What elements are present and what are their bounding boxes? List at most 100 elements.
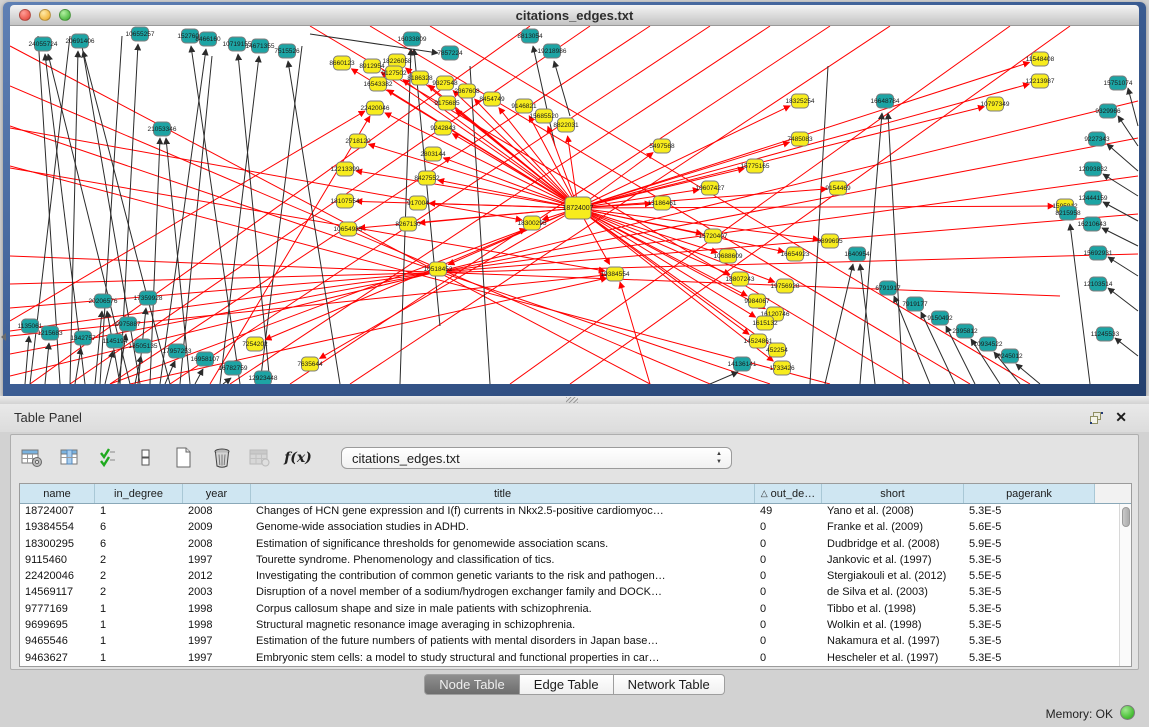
table-row[interactable]: 977716911998Corpus callosum shape and si… — [20, 602, 1119, 618]
table-cell[interactable]: Nakamura et al. (1997) — [822, 634, 964, 650]
table-cell[interactable]: 5.3E-5 — [964, 602, 1095, 618]
table-scrollbar[interactable] — [1119, 504, 1131, 666]
table-cell[interactable]: 9699695 — [20, 618, 95, 634]
table-cell[interactable]: 0 — [755, 569, 822, 585]
table-cell[interactable]: 1 — [95, 602, 183, 618]
network-node[interactable]: 1733426 — [769, 361, 795, 375]
tab-node-table[interactable]: Node Table — [424, 674, 520, 695]
table-cell[interactable]: 5.3E-5 — [964, 651, 1095, 666]
tab-network-table[interactable]: Network Table — [614, 674, 725, 695]
network-node[interactable]: 9975887 — [115, 317, 141, 331]
network-node[interactable]: 18107554 — [331, 194, 360, 208]
import-table-button-disabled[interactable] — [247, 445, 273, 471]
table-row[interactable]: 1872400712008Changes of HCN gene express… — [20, 504, 1119, 520]
table-cell[interactable]: Corpus callosum shape and size in male p… — [251, 602, 755, 618]
table-cell[interactable]: 9465546 — [20, 634, 95, 650]
table-cell[interactable]: Changes of HCN gene expression and I(f) … — [251, 504, 755, 520]
table-cell[interactable]: 2009 — [183, 520, 251, 536]
table-cell[interactable]: 9777169 — [20, 602, 95, 618]
column-display-button[interactable] — [133, 445, 159, 471]
network-node[interactable]: 7857224 — [437, 46, 463, 60]
tab-edge-table[interactable]: Edge Table — [520, 674, 614, 695]
network-canvas[interactable]: 1872400786601238912954182260589127502165… — [10, 26, 1139, 384]
network-window-titlebar[interactable]: citations_edges.txt — [10, 5, 1139, 26]
network-node[interactable]: 15692931 — [1084, 246, 1113, 260]
table-cell[interactable]: 5.3E-5 — [964, 585, 1095, 601]
network-node[interactable]: 7635644 — [297, 357, 323, 371]
network-node[interactable]: 452254 — [766, 343, 788, 357]
network-node[interactable]: 7485083 — [787, 132, 813, 146]
network-node[interactable]: 7515526 — [274, 44, 300, 58]
network-node[interactable]: 2718120 — [345, 134, 371, 148]
column-header-in_degree[interactable]: in_degree — [95, 484, 183, 503]
network-node[interactable]: 8813054 — [517, 29, 543, 43]
network-node[interactable]: 16654923 — [781, 247, 810, 261]
function-builder-button[interactable]: f(x) — [285, 445, 311, 471]
table-cell[interactable]: 19384554 — [20, 520, 95, 536]
network-node[interactable]: 10655257 — [126, 27, 155, 41]
table-cell[interactable]: Wolkin et al. (1998) — [822, 618, 964, 634]
table-cell[interactable]: 5.3E-5 — [964, 634, 1095, 650]
network-node[interactable]: 12213987 — [1026, 74, 1055, 88]
table-cell[interactable]: Franke et al. (2009) — [822, 520, 964, 536]
table-cell[interactable]: Estimation of significance thresholds fo… — [251, 537, 755, 553]
table-cell[interactable]: 18300295 — [20, 537, 95, 553]
table-cell[interactable]: 5.3E-5 — [964, 553, 1095, 569]
table-cell[interactable]: 18724007 — [20, 504, 95, 520]
column-header-out_de[interactable]: △out_de… — [755, 484, 822, 503]
table-cell[interactable]: 6 — [95, 520, 183, 536]
network-node[interactable]: 12923448 — [249, 371, 278, 384]
column-header-name[interactable]: name — [20, 484, 95, 503]
network-node[interactable]: 9984067 — [744, 294, 770, 308]
table-cell[interactable]: 0 — [755, 651, 822, 666]
table-cell[interactable]: 2003 — [183, 585, 251, 601]
table-cell[interactable]: Jankovic et al. (1997) — [822, 553, 964, 569]
table-row[interactable]: 2242004622012Investigating the contribut… — [20, 569, 1119, 585]
network-node[interactable]: 17359928 — [134, 291, 163, 305]
table-cell[interactable]: 2 — [95, 585, 183, 601]
table-cell[interactable]: 0 — [755, 585, 822, 601]
column-header-year[interactable]: year — [183, 484, 251, 503]
table-cell[interactable]: 0 — [755, 602, 822, 618]
table-cell[interactable]: Dudbridge et al. (2008) — [822, 537, 964, 553]
network-node[interactable]: 8660123 — [329, 56, 355, 70]
table-cell[interactable]: 1 — [95, 618, 183, 634]
table-cell[interactable]: 9115460 — [20, 553, 95, 569]
column-header-title[interactable]: title — [251, 484, 755, 503]
table-cell[interactable]: 0 — [755, 634, 822, 650]
table-select-dropdown[interactable]: citations_edges.txt ▲▼ — [341, 447, 732, 469]
table-cell[interactable]: 5.3E-5 — [964, 618, 1095, 634]
table-cell[interactable]: 0 — [755, 618, 822, 634]
network-node[interactable]: 14136141 — [728, 357, 757, 371]
network-node[interactable]: 18724007 — [562, 197, 593, 219]
table-cell[interactable]: 5.6E-5 — [964, 520, 1095, 536]
table-cell[interactable]: Embryonic stem cells: a model to study s… — [251, 651, 755, 666]
table-cell[interactable]: 1 — [95, 651, 183, 666]
table-cell[interactable]: 1997 — [183, 634, 251, 650]
column-header-short[interactable]: short — [822, 484, 964, 503]
table-cell[interactable]: 22420046 — [20, 569, 95, 585]
network-node[interactable]: 917004 — [407, 196, 429, 210]
table-cell[interactable]: 14569117 — [20, 585, 95, 601]
network-node[interactable]: 1342757 — [70, 331, 96, 345]
network-node[interactable]: 24055724 — [29, 37, 58, 51]
column-header-pagerank[interactable]: pagerank — [964, 484, 1095, 503]
table-cell[interactable]: 49 — [755, 504, 822, 520]
west-panel-collapse-icon[interactable] — [1, 333, 6, 341]
float-panel-icon[interactable] — [1090, 412, 1103, 424]
table-cell[interactable]: Genome-wide association studies in ADHD. — [251, 520, 755, 536]
table-settings-button[interactable] — [19, 445, 45, 471]
table-cell[interactable]: Tourette syndrome. Phenomenology and cla… — [251, 553, 755, 569]
table-row[interactable]: 1830029562008Estimation of significance … — [20, 537, 1119, 553]
select-column-button[interactable] — [57, 445, 83, 471]
scrollbar-thumb[interactable] — [1122, 507, 1130, 527]
network-node[interactable]: 12444159 — [1079, 191, 1108, 205]
table-cell[interactable]: 0 — [755, 537, 822, 553]
network-node[interactable]: 8427552 — [414, 171, 440, 185]
table-cell[interactable]: 6 — [95, 537, 183, 553]
network-node[interactable]: 11245533 — [1091, 327, 1120, 341]
panel-splitter[interactable] — [0, 396, 1149, 404]
network-node[interactable]: 16033809 — [398, 32, 427, 46]
new-table-button[interactable] — [171, 445, 197, 471]
table-row[interactable]: 946362711997Embryonic stem cells: a mode… — [20, 651, 1119, 666]
